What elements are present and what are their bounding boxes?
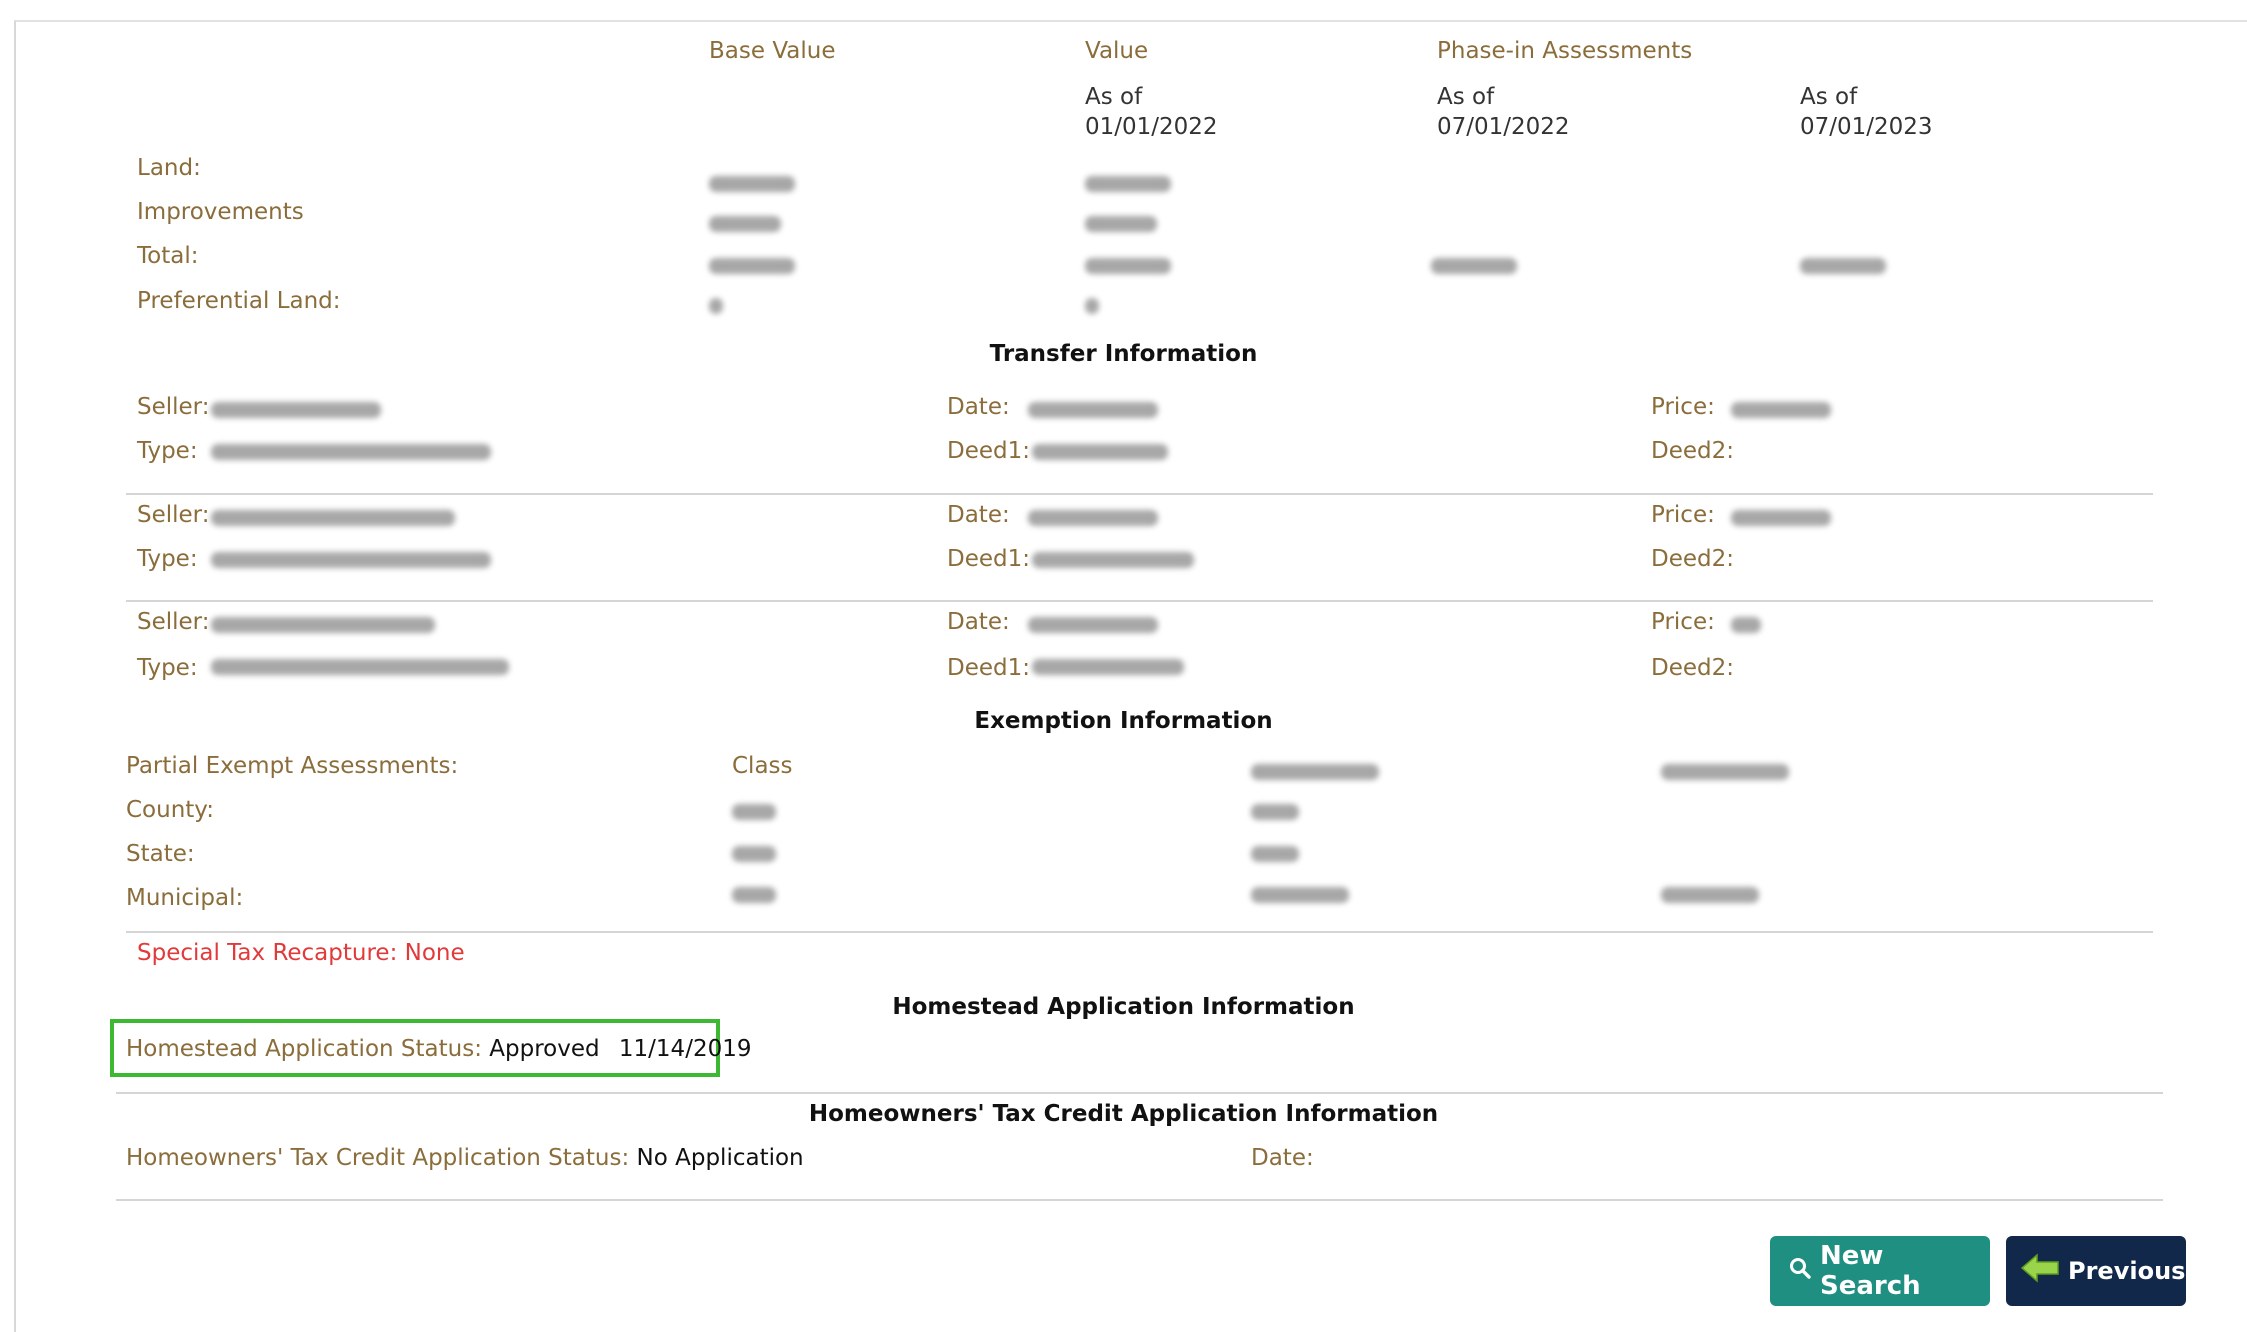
homestead-status: Homestead Application Status: Approved 1… [126, 1036, 751, 1062]
redacted-value [709, 258, 795, 274]
redacted-value [1661, 764, 1789, 780]
homestead-section-title: Homestead Application Information [892, 994, 1355, 1020]
previous-label: Previous [2068, 1257, 2186, 1285]
redacted-value [1251, 804, 1299, 820]
type-label: Type: [137, 546, 198, 572]
redacted-value [1028, 617, 1158, 633]
price-label: Price: [1651, 502, 1715, 528]
phase1-as-of-date: 07/01/2022 [1437, 114, 1570, 140]
divider [126, 600, 2153, 602]
base-value-header: Base Value [709, 38, 836, 64]
redacted-value [1085, 176, 1171, 192]
redacted-value [211, 659, 509, 675]
date-label: Date: [947, 609, 1010, 635]
redacted-value [211, 510, 455, 526]
partial-exempt-label: Partial Exempt Assessments: [126, 753, 459, 779]
divider [116, 1199, 2163, 1201]
redacted-value [1251, 764, 1379, 780]
type-label: Type: [137, 655, 198, 681]
seller-label: Seller: [137, 609, 210, 635]
deed1-label: Deed1: [947, 546, 1030, 572]
state-label: State: [126, 841, 195, 867]
date-label: Date: [947, 502, 1010, 528]
class-label: Class [732, 753, 793, 779]
redacted-value [1431, 258, 1517, 274]
redacted-value [211, 402, 381, 418]
value-as-of-label: As of [1085, 84, 1143, 110]
redacted-value [1661, 887, 1759, 903]
redacted-value [709, 176, 795, 192]
redacted-value [1731, 617, 1761, 633]
homeowners-date-label: Date: [1251, 1145, 1314, 1171]
divider [126, 931, 2153, 933]
divider [116, 1092, 2163, 1094]
deed2-label: Deed2: [1651, 438, 1734, 464]
redacted-value [1731, 402, 1831, 418]
deed1-label: Deed1: [947, 438, 1030, 464]
deed2-label: Deed2: [1651, 655, 1734, 681]
phase2-as-of-date: 07/01/2023 [1800, 114, 1933, 140]
search-icon [1788, 1256, 1820, 1287]
redacted-value [1800, 258, 1886, 274]
phase1-as-of: As of 07/01/2022 [1437, 82, 1570, 142]
special-tax-recapture: Special Tax Recapture: None [137, 940, 465, 966]
price-label: Price: [1651, 609, 1715, 635]
homestead-status-value: Approved [489, 1036, 600, 1062]
deed2-label: Deed2: [1651, 546, 1734, 572]
homeowners-section-title: Homeowners' Tax Credit Application Infor… [808, 1101, 1439, 1127]
phase2-as-of-label: As of [1800, 84, 1858, 110]
redacted-value [1032, 659, 1184, 675]
special-tax-label: Special Tax Recapture: [137, 940, 398, 966]
special-tax-value: None [404, 940, 465, 966]
redacted-value [1251, 887, 1349, 903]
homestead-status-label: Homestead Application Status: [126, 1036, 482, 1062]
redacted-value [732, 887, 776, 903]
value-header: Value [1085, 38, 1149, 64]
value-as-of: As of 01/01/2022 [1085, 82, 1218, 142]
redacted-value [709, 298, 723, 314]
deed1-label: Deed1: [947, 655, 1030, 681]
redacted-value [1731, 510, 1831, 526]
date-label: Date: [947, 394, 1010, 420]
price-label: Price: [1651, 394, 1715, 420]
value-as-of-date: 01/01/2022 [1085, 114, 1218, 140]
redacted-value [1251, 846, 1299, 862]
phase-in-header: Phase-in Assessments [1437, 38, 1693, 64]
preferential-land-label: Preferential Land: [137, 288, 341, 314]
transfer-section-title: Transfer Information [989, 341, 1258, 367]
redacted-value [1085, 216, 1157, 232]
homeowners-status-label: Homeowners' Tax Credit Application Statu… [126, 1145, 630, 1171]
redacted-value [732, 846, 776, 862]
exemption-section-title: Exemption Information [974, 708, 1273, 734]
redacted-value [211, 552, 491, 568]
redacted-value [211, 444, 491, 460]
new-search-button[interactable]: New Search [1770, 1236, 1990, 1306]
divider [126, 493, 2153, 495]
homestead-status-date: 11/14/2019 [618, 1036, 752, 1062]
redacted-value [1085, 258, 1171, 274]
redacted-value [1032, 444, 1168, 460]
homeowners-status: Homeowners' Tax Credit Application Statu… [126, 1145, 804, 1171]
redacted-value [1032, 552, 1194, 568]
improvements-label: Improvements [137, 199, 304, 225]
seller-label: Seller: [137, 394, 210, 420]
seller-label: Seller: [137, 502, 210, 528]
redacted-value [1028, 510, 1158, 526]
arrow-left-icon [2020, 1253, 2068, 1289]
phase1-as-of-label: As of [1437, 84, 1495, 110]
total-label: Total: [137, 243, 199, 269]
county-label: County: [126, 797, 214, 823]
redacted-value [1028, 402, 1158, 418]
land-label: Land: [137, 155, 201, 181]
redacted-value [709, 216, 781, 232]
redacted-value [732, 804, 776, 820]
municipal-label: Municipal: [126, 885, 244, 911]
previous-button[interactable]: Previous [2006, 1236, 2186, 1306]
type-label: Type: [137, 438, 198, 464]
redacted-value [211, 617, 435, 633]
homeowners-status-value: No Application [636, 1145, 804, 1171]
redacted-value [1085, 298, 1099, 314]
new-search-label: New Search [1820, 1241, 1921, 1301]
phase2-as-of: As of 07/01/2023 [1800, 82, 1933, 142]
